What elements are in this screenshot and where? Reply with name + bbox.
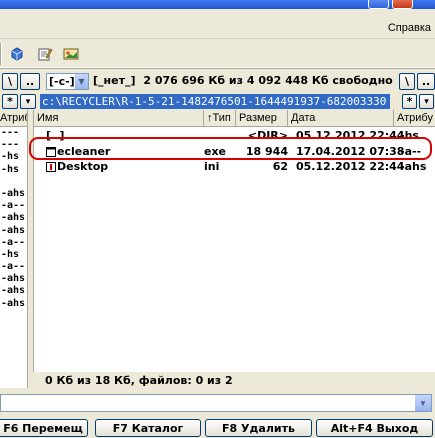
left-hotlist-button[interactable]: ▾ [20,94,36,109]
left-attr-row: -hs [1,163,20,175]
panel-status: 0 Кб из 18 Кб, файлов: 0 из 2 [33,372,435,389]
drive-info: [_нет_] 2 076 696 Кб из 4 092 448 Кб сво… [93,74,393,87]
up-button[interactable]: .. [20,73,40,90]
file-date: 05.12.2012 22:44 [296,160,405,173]
file-size: 18 944 [245,145,288,158]
function-key-bar: F6 Перемещ F7 Каталог F8 Удалить Alt+F4 … [0,418,435,438]
file-date: 17.04.2012 07:38 [296,145,405,158]
toolbar-separator [0,43,2,65]
file-size: 62 [272,160,288,173]
file-name: ecleaner [57,145,111,158]
file-name: [..] [46,129,65,142]
right-root-button[interactable]: \ [399,73,415,90]
column-header-attr[interactable]: Атрибу [394,110,435,127]
f6-move-button[interactable]: F6 Перемещ [0,419,88,437]
close-button[interactable] [392,0,413,9]
chevron-down-icon[interactable]: ▼ [415,395,431,411]
left-attr-row: --- [1,127,20,138]
edit-icon[interactable] [34,44,56,64]
file-attr: -a-- [400,145,422,158]
right-up-button[interactable]: .. [417,73,435,90]
file-date: 05.12.2012 22:44 [296,129,405,142]
left-attr-row: -ahs [1,187,26,199]
file-row-parent[interactable]: [..] <DIR> 05.12.2012 22:44 -hs [34,130,435,142]
menu-bar: Справка [0,9,435,39]
settings-file-icon [46,162,56,172]
hotlist-button[interactable]: ▾ [419,94,434,109]
maximize-button[interactable] [368,0,389,9]
chevron-down-icon[interactable]: ▼ [74,74,88,89]
file-attr: -hs [400,129,419,142]
left-attr-row: -ahs [1,212,26,224]
left-history-button[interactable]: * [2,94,18,109]
left-attr-row: -a-- [1,236,26,248]
f8-delete-button[interactable]: F8 Удалить [205,419,312,437]
left-attr-row: --- [1,139,20,151]
history-button[interactable]: * [402,94,417,109]
file-row-desktop[interactable]: Desktop ini 62 05.12.2012 22:44 -ahs [34,161,435,173]
left-attr-row: -hs [1,151,20,163]
exit-button[interactable]: Alt+F4 Выход [316,419,433,437]
drive-bar: \ .. [-c-] ▼ [_нет_] 2 076 696 Кб из 4 0… [0,71,435,91]
toolbar [0,40,435,68]
left-file-panel[interactable]: Атрибу -------hs-hs-ahs-a---ahs-ahs-a---… [0,110,28,388]
file-name: Desktop [57,160,109,173]
menu-help[interactable]: Справка [388,22,431,34]
image-icon[interactable] [60,44,82,64]
left-attr-row: -hs [1,248,20,260]
column-header-name[interactable]: Имя [34,110,204,127]
current-path[interactable]: c:\RECYCLER\R-1-5-21-1482476501-16444919… [40,94,390,109]
executable-icon [46,147,56,157]
path-bar: * ▾ c:\RECYCLER\R-1-5-21-1482476501-1644… [0,93,435,110]
free-space: 2 076 696 Кб из 4 092 448 Кб свободно [143,74,393,87]
column-header-type[interactable]: ↑Тип [204,110,236,127]
left-attr-list: --- --- -hs -hs -ahs -a-- -ahs -ahs -a-- -hs -a-- -… [0,127,27,310]
cube-icon[interactable] [6,44,28,64]
left-attr-row [0,176,27,188]
file-type: ini [204,160,220,173]
column-header-date[interactable]: Дата [288,110,394,127]
left-attr-row: -ahs [1,224,26,236]
file-attr: -ahs [400,160,427,173]
left-column-header-attr[interactable]: Атрибу [0,110,27,127]
file-type: exe [204,145,227,158]
left-attr-row: -ahs [1,285,26,297]
left-attr-row: -a-- [1,261,26,273]
command-input[interactable]: ▼ [0,394,432,412]
window-titlebar [0,0,435,9]
column-header-size[interactable]: Размер [236,110,288,127]
drive-select-value: [-c-] [49,75,75,88]
f7-mkdir-button[interactable]: F7 Каталог [95,419,201,437]
volume-label: [_нет_] [93,74,136,87]
left-attr-row: -ahs [1,273,26,285]
root-button[interactable]: \ [2,73,18,90]
file-size: <DIR> [247,129,288,142]
file-row-ecleaner[interactable]: ecleaner exe 18 944 17.04.2012 07:38 -a-… [34,146,435,158]
drive-select[interactable]: [-c-] ▼ [46,73,89,90]
left-attr-row: -a-- [1,200,26,212]
command-line: ▼ [0,393,435,413]
file-panel[interactable]: Имя ↑Тип Размер Дата Атрибу [..] <DIR> 0… [33,110,435,372]
left-attr-row: -ahs [1,297,26,309]
